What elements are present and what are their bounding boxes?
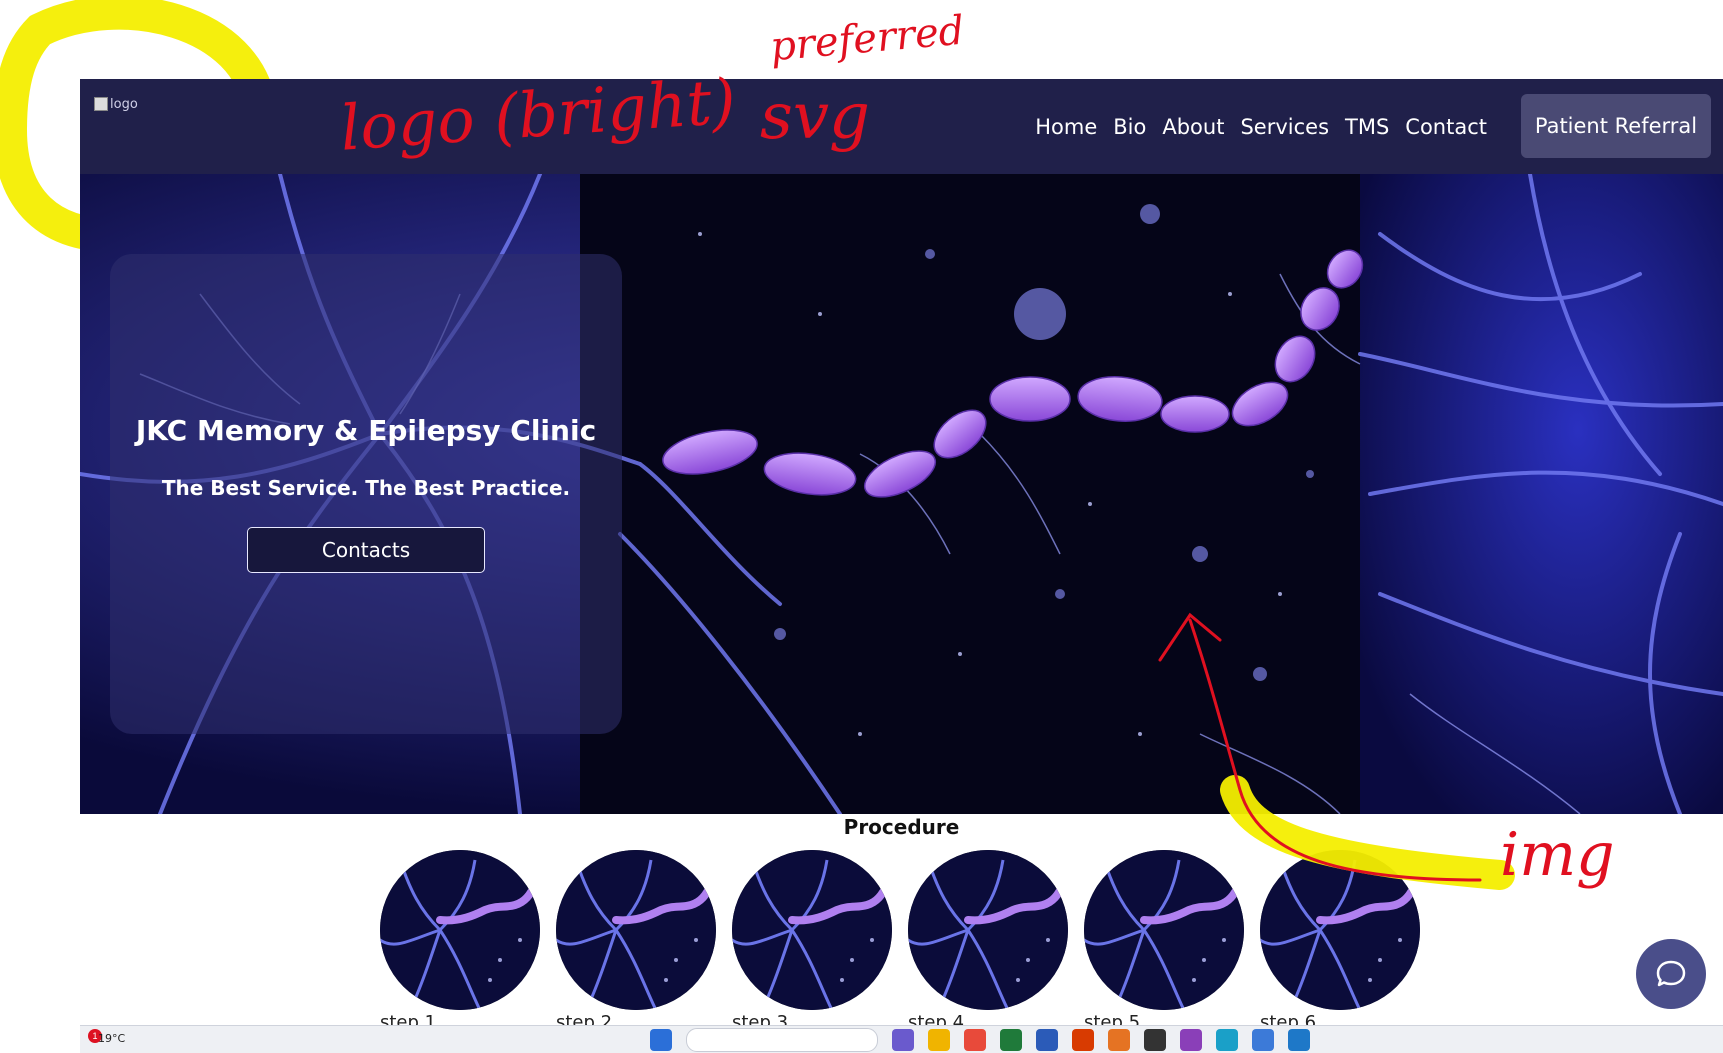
step-label: step 2 [556, 1012, 613, 1025]
hero-section: JKC Memory & Epilepsy Clinic The Best Se… [80, 174, 1723, 814]
step-item[interactable]: step 6 [1260, 850, 1420, 1025]
vscode-icon[interactable] [1288, 1029, 1310, 1051]
app-icon[interactable] [1144, 1029, 1166, 1051]
os-taskbar: 1 19°C [80, 1025, 1723, 1053]
nav-home[interactable]: Home [1027, 115, 1105, 139]
annotation-preferred: preferred [768, 7, 967, 71]
excel-icon[interactable] [1000, 1029, 1022, 1051]
taskbar-search-box[interactable] [686, 1028, 878, 1052]
patient-referral-button[interactable]: Patient Referral [1521, 94, 1711, 158]
step-item[interactable]: step 5 [1084, 850, 1244, 1025]
chat-bubble-icon [1656, 960, 1686, 987]
file-explorer-icon[interactable] [928, 1029, 950, 1051]
app-icon[interactable] [964, 1029, 986, 1051]
step-item[interactable]: step 3 [732, 850, 892, 1025]
windows-start-icon[interactable] [650, 1029, 672, 1051]
step-item[interactable]: step 4 [908, 850, 1068, 1025]
nav-about[interactable]: About [1154, 115, 1232, 139]
step-label: step 3 [732, 1012, 789, 1025]
step-thumbnail [908, 850, 1068, 1010]
annotation-img: img [1500, 820, 1615, 890]
app-icon[interactable] [1108, 1029, 1130, 1051]
chat-widget-button[interactable] [1636, 939, 1706, 1009]
website-viewport: logo Home Bio About Services TMS Contact… [80, 79, 1723, 1025]
step-thumbnail [1084, 850, 1244, 1010]
logo-image[interactable]: logo [94, 93, 164, 115]
contacts-button[interactable]: Contacts [247, 527, 485, 573]
nav-tms[interactable]: TMS [1337, 115, 1397, 139]
step-thumbnail [1260, 850, 1420, 1010]
app-icon[interactable] [1180, 1029, 1202, 1051]
step-label: step 1 [380, 1012, 437, 1025]
step-label: step 6 [1260, 1012, 1317, 1025]
calendar-icon[interactable] [1252, 1029, 1274, 1051]
navbar: logo Home Bio About Services TMS Contact… [80, 79, 1723, 174]
weather-widget[interactable]: 19°C [98, 1032, 125, 1045]
nav-links: Home Bio About Services TMS Contact [1027, 79, 1495, 174]
taskbar-icons [650, 1028, 1310, 1052]
powerpoint-icon[interactable] [1072, 1029, 1094, 1051]
step-label: step 4 [908, 1012, 965, 1025]
annotation-svg: svg [760, 80, 870, 154]
procedure-heading: Procedure [843, 815, 960, 839]
nav-services[interactable]: Services [1232, 115, 1337, 139]
nav-contact[interactable]: Contact [1397, 115, 1495, 139]
step-label: step 5 [1084, 1012, 1141, 1025]
hero-card: JKC Memory & Epilepsy Clinic The Best Se… [110, 254, 622, 734]
hero-subtitle: The Best Service. The Best Practice. [161, 476, 571, 500]
edge-icon[interactable] [1216, 1029, 1238, 1051]
hero-title: JKC Memory & Epilepsy Clinic [135, 414, 597, 447]
step-item[interactable]: step 2 [556, 850, 716, 1025]
step-thumbnail [556, 850, 716, 1010]
broken-image-icon [94, 97, 108, 111]
procedure-steps: step 1 step 2 step 3 step 4 step 5 step … [380, 850, 1480, 1025]
step-thumbnail [380, 850, 540, 1010]
step-thumbnail [732, 850, 892, 1010]
copilot-icon[interactable] [892, 1029, 914, 1051]
nav-bio[interactable]: Bio [1105, 115, 1154, 139]
word-icon[interactable] [1036, 1029, 1058, 1051]
step-item[interactable]: step 1 [380, 850, 540, 1025]
logo-alt-text: logo [110, 96, 138, 112]
